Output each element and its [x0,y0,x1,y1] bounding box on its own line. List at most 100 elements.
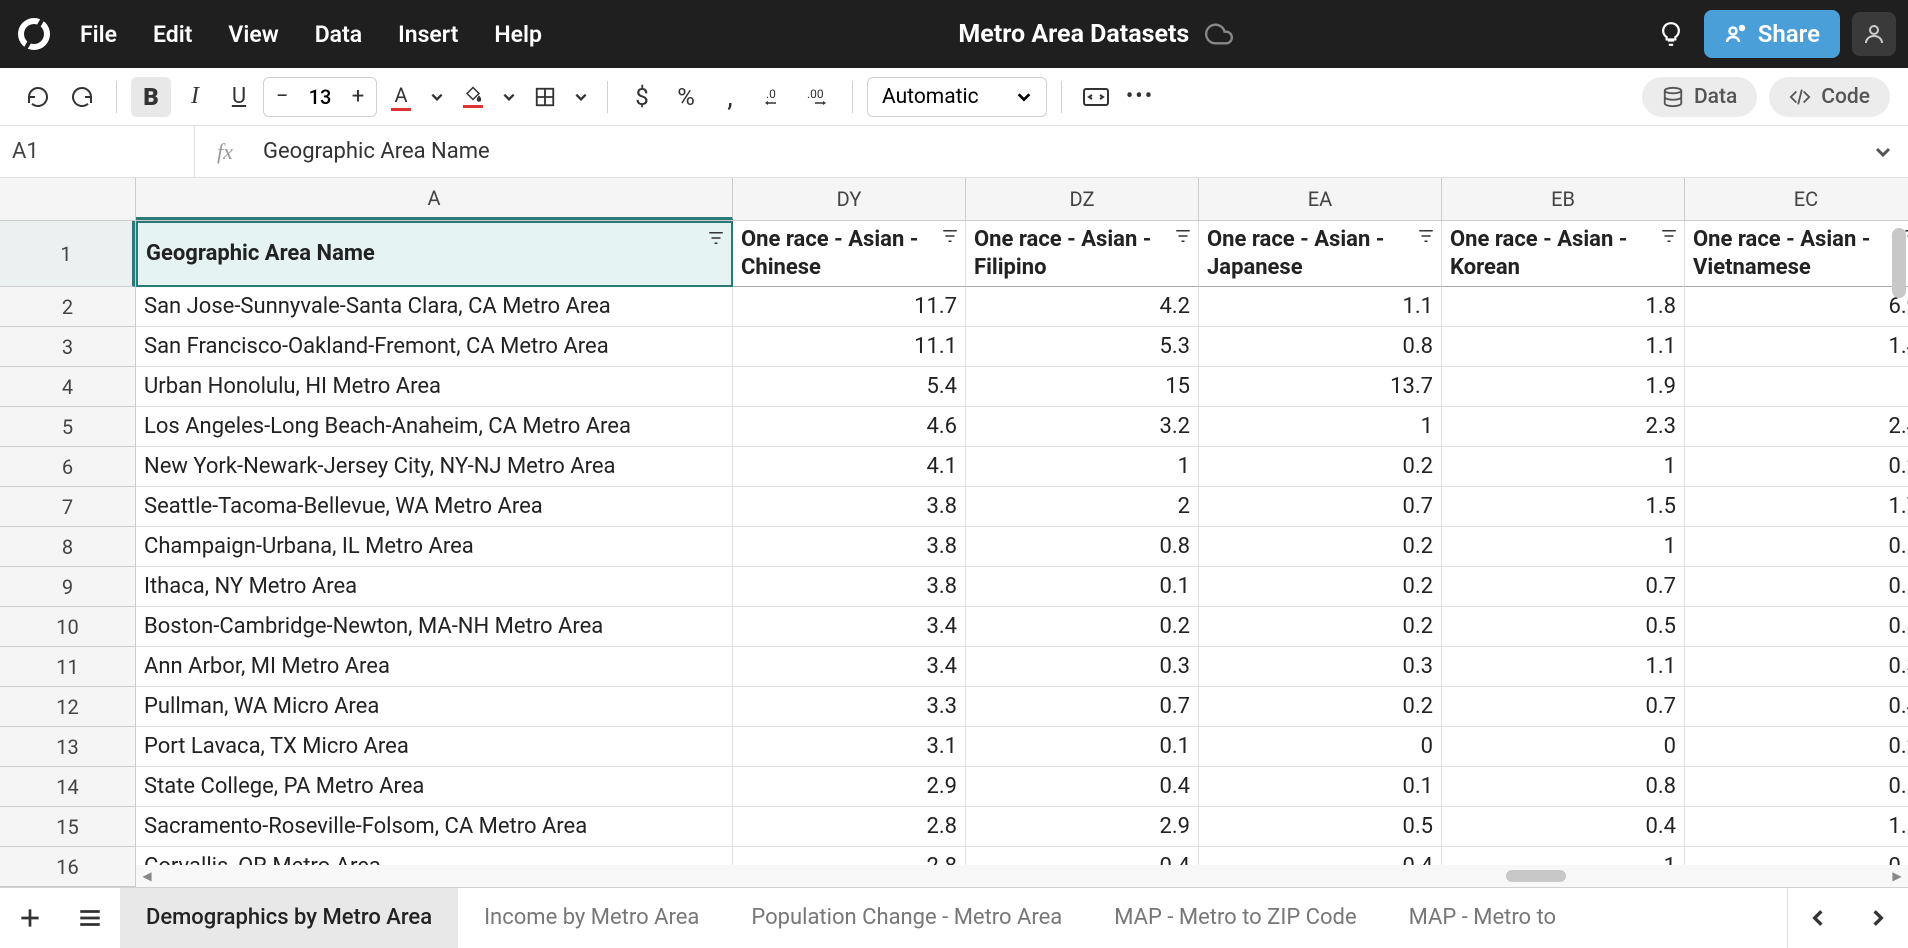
cell[interactable]: Los Angeles-Long Beach-Anaheim, CA Metro… [136,407,733,447]
cell[interactable]: 0.2 [1685,447,1908,487]
cell[interactable]: 1 [1199,407,1442,447]
row-header-13[interactable]: 13 [0,727,135,767]
cell[interactable]: 11.1 [733,327,966,367]
sheet-tab[interactable]: Population Change - Metro Area [725,888,1088,948]
italic-button[interactable]: I [175,77,215,117]
cell[interactable]: 0.7 [966,687,1199,727]
row-header-9[interactable]: 9 [0,567,135,607]
share-button[interactable]: Share [1704,10,1840,58]
formula-expand-button[interactable] [1858,143,1908,161]
cell[interactable]: 0.1 [1685,767,1908,807]
cell[interactable]: 0.7 [1199,487,1442,527]
menu-data[interactable]: Data [315,21,362,48]
percent-button[interactable]: % [666,77,706,117]
cell[interactable]: 0.1 [1685,567,1908,607]
select-all-corner[interactable] [0,178,136,221]
sheet-tab[interactable]: MAP - Metro to [1383,888,1582,948]
cell[interactable]: Ann Arbor, MI Metro Area [136,647,733,687]
code-panel-button[interactable]: Code [1769,77,1890,117]
data-panel-button[interactable]: Data [1642,77,1757,117]
column-header-EA[interactable]: EA [1199,178,1442,220]
column-header-A[interactable]: A [136,178,733,220]
fill-color-dropdown[interactable] [497,77,521,117]
cell[interactable]: 11.7 [733,287,966,327]
cell[interactable]: 3.8 [733,527,966,567]
cell[interactable]: 0.8 [1199,327,1442,367]
header-cell[interactable]: One race - Asian - Vietnamese [1685,221,1908,287]
cell[interactable]: 3.4 [733,647,966,687]
cell[interactable]: 0.4 [1685,687,1908,727]
cell[interactable]: 1.8 [1442,287,1685,327]
number-format-select[interactable]: Automatic [867,77,1047,117]
filter-icon[interactable] [941,227,959,245]
all-sheets-button[interactable] [60,888,120,948]
sheet-tab[interactable]: MAP - Metro to ZIP Code [1088,888,1382,948]
cell[interactable]: 1.1 [1199,287,1442,327]
column-header-EB[interactable]: EB [1442,178,1685,220]
add-sheet-button[interactable] [0,888,60,948]
cell[interactable]: 6.9 [1685,287,1908,327]
scroll-track[interactable] [158,867,1886,885]
cell[interactable]: 0.2 [1199,567,1442,607]
menu-help[interactable]: Help [494,21,542,48]
cell[interactable]: 5.3 [966,327,1199,367]
row-header-16[interactable]: 16 [0,847,135,887]
cell[interactable]: 2.4 [1685,407,1908,447]
cell[interactable]: 3.4 [733,607,966,647]
cell[interactable]: 3.1 [733,727,966,767]
filter-icon[interactable] [1174,227,1192,245]
menu-insert[interactable]: Insert [398,21,458,48]
cell[interactable]: 0.2 [1685,727,1908,767]
row-header-14[interactable]: 14 [0,767,135,807]
cell[interactable]: 1 [966,447,1199,487]
code-cell-button[interactable] [1076,77,1116,117]
vertical-scrollbar-thumb[interactable] [1892,228,1906,298]
cell[interactable]: 1.9 [1442,367,1685,407]
cell[interactable]: 0 [1199,727,1442,767]
row-header-1[interactable]: 1 [0,221,135,287]
prev-sheet-button[interactable] [1788,888,1848,948]
cell[interactable]: 0.1 [966,727,1199,767]
cell-reference[interactable]: A1 [0,126,195,177]
cell[interactable]: 3.8 [733,567,966,607]
cell[interactable]: 0.2 [966,607,1199,647]
cell[interactable]: Sacramento-Roseville-Folsom, CA Metro Ar… [136,807,733,847]
cell[interactable]: Champaign-Urbana, IL Metro Area [136,527,733,567]
undo-button[interactable] [18,77,58,117]
cell[interactable]: 3.2 [966,407,1199,447]
text-color-dropdown[interactable] [425,77,449,117]
font-size-increase[interactable]: + [340,78,376,116]
cell[interactable]: 2.3 [1442,407,1685,447]
cell[interactable]: 0.7 [1442,687,1685,727]
cell[interactable]: 0.4 [1442,807,1685,847]
column-header-EC[interactable]: EC [1685,178,1908,220]
comma-button[interactable]: , [710,77,750,117]
scroll-right-button[interactable]: ▶ [1886,865,1908,887]
row-header-8[interactable]: 8 [0,527,135,567]
filter-icon[interactable] [707,229,725,247]
row-header-6[interactable]: 6 [0,447,135,487]
cell[interactable]: 5.4 [733,367,966,407]
cell[interactable]: State College, PA Metro Area [136,767,733,807]
row-header-10[interactable]: 10 [0,607,135,647]
cell[interactable]: 2 [966,487,1199,527]
cell[interactable]: San Francisco-Oakland-Fremont, CA Metro … [136,327,733,367]
cell[interactable]: 1.1 [1442,647,1685,687]
cell[interactable]: 0.2 [1199,687,1442,727]
cell[interactable]: 4.1 [733,447,966,487]
scroll-left-button[interactable]: ◀ [136,865,158,887]
cell[interactable]: 0.2 [1199,527,1442,567]
cell[interactable]: 0.3 [1199,647,1442,687]
app-logo[interactable] [12,12,56,56]
cell[interactable]: 0.1 [1199,767,1442,807]
column-header-DY[interactable]: DY [733,178,966,220]
cell[interactable]: 0.5 [1442,607,1685,647]
header-cell[interactable]: One race - Asian - Korean [1442,221,1685,287]
cell[interactable]: 0 [1442,727,1685,767]
cell[interactable]: 1 [1442,527,1685,567]
cell[interactable]: New York-Newark-Jersey City, NY-NJ Metro… [136,447,733,487]
formula-input[interactable]: Geographic Area Name [255,139,1858,164]
header-cell[interactable]: Geographic Area Name [136,221,733,287]
header-cell[interactable]: One race - Asian - Chinese [733,221,966,287]
filter-icon[interactable] [1660,227,1678,245]
